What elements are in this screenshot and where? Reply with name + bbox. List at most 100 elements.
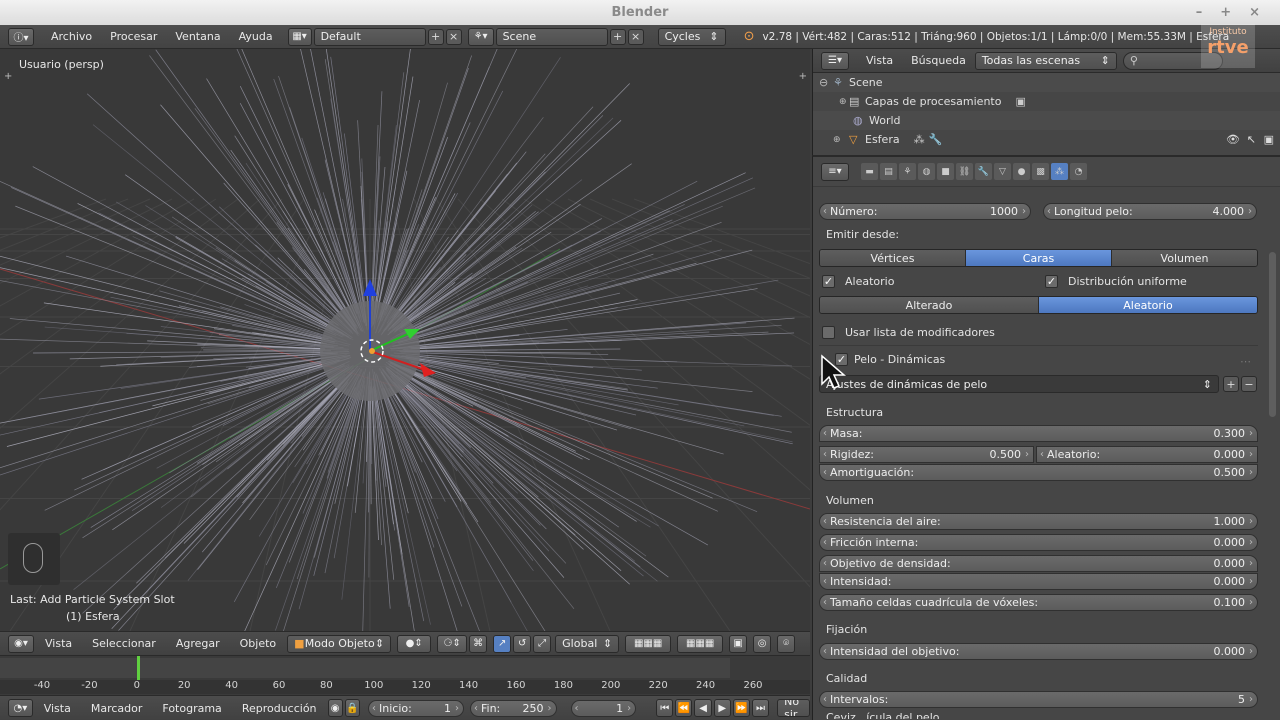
hair-dynamics-checkbox[interactable]: ✓ Pelo - Dinámicas bbox=[835, 353, 945, 366]
world-tab-icon[interactable]: ◍ bbox=[918, 163, 935, 180]
menu-ventana[interactable]: Ventana bbox=[166, 30, 229, 43]
render-layer-toggle-icon[interactable]: ▣ bbox=[1015, 95, 1025, 108]
jump-end-icon[interactable]: ⏭ bbox=[751, 699, 770, 717]
scene-tab-icon[interactable]: ⚘ bbox=[899, 163, 916, 180]
prev-keyframe-icon[interactable]: ⏪ bbox=[675, 699, 693, 717]
expand-icon[interactable]: ⊕ bbox=[833, 135, 849, 145]
menu-agregar[interactable]: Agregar bbox=[167, 637, 229, 650]
pivot-select[interactable]: ⚆⇕ bbox=[437, 634, 468, 653]
visibility-eye-icon[interactable]: 👁 bbox=[1226, 133, 1240, 146]
resistencia-aire-field[interactable]: Resistencia del aire:1.000 bbox=[819, 513, 1258, 530]
dynamics-presets-select[interactable]: Ajustes de dinámicas de pelo ⇕ bbox=[819, 375, 1219, 393]
render-camera-icon[interactable]: ▣ bbox=[1264, 133, 1274, 146]
expand-icon[interactable]: ⊕ bbox=[839, 97, 849, 107]
scene-field[interactable]: Scene bbox=[495, 27, 608, 46]
menu-vista[interactable]: Vista bbox=[857, 54, 902, 67]
physics-tab-icon[interactable]: ◔ bbox=[1070, 163, 1087, 180]
screen-layout-icon[interactable]: ▦▾ bbox=[287, 27, 312, 46]
masa-field[interactable]: Masa:0.300 bbox=[819, 425, 1258, 442]
shading-select[interactable]: ●⇕ bbox=[397, 634, 432, 653]
maximize-button[interactable]: + bbox=[1220, 0, 1231, 25]
objetivo-densidad-field[interactable]: Objetivo de densidad:0.000 bbox=[819, 555, 1258, 572]
amortiguacion-field[interactable]: Amortiguación:0.500 bbox=[819, 464, 1258, 481]
selectable-arrow-icon[interactable]: ↖ bbox=[1247, 133, 1256, 146]
add-screen-button[interactable]: + bbox=[427, 28, 444, 45]
editor-type-button[interactable]: ☰▾ bbox=[821, 51, 849, 70]
scale-manipulator-icon[interactable]: ⤢ bbox=[533, 634, 552, 653]
remove-scene-button[interactable]: × bbox=[627, 28, 644, 45]
collapse-icon[interactable]: ⊖ bbox=[819, 76, 833, 89]
material-tab-icon[interactable]: ● bbox=[1013, 163, 1030, 180]
menu-objeto[interactable]: Objeto bbox=[231, 637, 286, 650]
outliner-row-world[interactable]: ◍ World bbox=[813, 111, 1280, 130]
menu-vista[interactable]: Vista bbox=[35, 702, 80, 715]
play-reverse-icon[interactable]: ◀ bbox=[694, 699, 712, 717]
editor-type-button[interactable]: ◔▾ bbox=[8, 699, 33, 717]
data-tab-icon[interactable]: ▽ bbox=[994, 163, 1011, 180]
render-layer-icon[interactable]: ▣ bbox=[729, 634, 748, 653]
menu-procesar[interactable]: Procesar bbox=[101, 30, 166, 43]
aleatorio-field[interactable]: Aleatorio:0.000 bbox=[1036, 446, 1258, 463]
last-operation-label[interactable]: Last: Add Particle System Slot bbox=[10, 593, 175, 606]
screen-layout-field[interactable]: Default bbox=[313, 27, 426, 46]
close-button[interactable]: × bbox=[1249, 0, 1260, 25]
render-layers-tab-icon[interactable]: ▤ bbox=[880, 163, 897, 180]
emit-option-caras[interactable]: Caras bbox=[966, 250, 1112, 266]
distribucion-uniforme-checkbox[interactable]: ✓ Distribución uniforme bbox=[1045, 275, 1187, 288]
lock-icon[interactable]: 🔒 bbox=[344, 699, 361, 717]
render-tab-icon[interactable]: ▬ bbox=[861, 163, 878, 180]
editor-type-button[interactable]: ◉▾ bbox=[8, 634, 34, 653]
emit-option-vertices[interactable]: Vértices bbox=[820, 250, 966, 266]
outliner-row-render-layers[interactable]: ⊕ ▤ Capas de procesamiento ▣ bbox=[813, 92, 1280, 111]
render-engine-select[interactable]: Cycles ⇕ bbox=[657, 27, 726, 46]
modifiers-tab-icon[interactable]: 🔧 bbox=[975, 163, 992, 180]
snap-icon[interactable]: ⌾ bbox=[777, 634, 796, 653]
menu-ayuda[interactable]: Ayuda bbox=[230, 30, 282, 43]
friccion-interna-field[interactable]: Fricción interna:0.000 bbox=[819, 534, 1258, 551]
object-tab-icon[interactable]: ■ bbox=[937, 163, 954, 180]
manipulator-toggle-icon[interactable]: ⌘ bbox=[469, 634, 488, 653]
add-preset-button[interactable]: + bbox=[1223, 376, 1239, 392]
jump-start-icon[interactable]: ⏮ bbox=[656, 699, 674, 717]
rigidez-field[interactable]: Rigidez:0.500 bbox=[819, 446, 1034, 463]
menu-reproduccion[interactable]: Reproducción bbox=[233, 702, 326, 715]
layers-grid-2[interactable]: ▦▦▦ bbox=[677, 634, 724, 653]
properties-editor[interactable]: ≡▾ ▬ ▤ ⚘ ◍ ■ ⛓ 🔧 ▽ ● ▩ ⁂ ◔ Número:1000 L… bbox=[812, 155, 1280, 720]
sync-select[interactable]: No sir bbox=[777, 699, 811, 717]
emit-option-volumen[interactable]: Volumen bbox=[1112, 250, 1257, 266]
3d-viewport[interactable]: Usuario (persp) + + Last: Add Particle S… bbox=[0, 49, 810, 631]
proportional-edit-icon[interactable]: ◎ bbox=[753, 634, 772, 653]
minimize-button[interactable]: – bbox=[1196, 0, 1203, 25]
order-option-alterado[interactable]: Alterado bbox=[820, 297, 1039, 313]
editor-type-button[interactable]: ⓘ▾ bbox=[8, 27, 34, 46]
menu-fotograma[interactable]: Fotograma bbox=[153, 702, 230, 715]
properties-scrollbar[interactable] bbox=[1269, 252, 1276, 417]
mode-select[interactable]: ■ Modo Objeto ⇕ bbox=[287, 634, 392, 653]
intensidad-field[interactable]: Intensidad:0.000 bbox=[819, 573, 1258, 590]
add-scene-button[interactable]: + bbox=[609, 28, 626, 45]
menu-marcador[interactable]: Marcador bbox=[82, 702, 152, 715]
toolshelf-expand-icon[interactable]: + bbox=[4, 71, 12, 82]
longitud-pelo-field[interactable]: Longitud pelo:4.000 bbox=[1043, 203, 1257, 220]
constraints-tab-icon[interactable]: ⛓ bbox=[956, 163, 973, 180]
timeline[interactable]: -40 -20 0 20 40 60 80 100 120 140 160 180 200 220 240 2… bbox=[0, 655, 810, 695]
voxel-size-field[interactable]: Tamaño celdas cuadrícula de vóxeles:0.10… bbox=[819, 594, 1258, 611]
current-frame-cursor[interactable] bbox=[137, 656, 140, 680]
intensidad-objetivo-field[interactable]: Intensidad del objetivo:0.000 bbox=[819, 643, 1258, 660]
numero-field[interactable]: Número:1000 bbox=[819, 203, 1031, 220]
properties-expand-icon[interactable]: + bbox=[799, 71, 807, 82]
particles-tab-icon[interactable]: ⁂ bbox=[1051, 163, 1068, 180]
remove-screen-button[interactable]: × bbox=[445, 28, 462, 45]
outliner-row-scene[interactable]: ⊖ ⚘ Scene bbox=[813, 73, 1280, 92]
record-icon[interactable]: ◉ bbox=[327, 699, 343, 717]
aleatorio-checkbox[interactable]: ✓ Aleatorio bbox=[822, 275, 894, 288]
layers-grid-1[interactable]: ▦▦▦ bbox=[625, 634, 672, 653]
rotate-manipulator-icon[interactable]: ↺ bbox=[513, 634, 532, 653]
translate-manipulator-icon[interactable]: ↗ bbox=[493, 634, 512, 653]
intervalos-field[interactable]: Intervalos:5 bbox=[819, 691, 1258, 708]
scene-icon[interactable]: ⚘▾ bbox=[467, 27, 494, 46]
menu-busqueda[interactable]: Búsqueda bbox=[902, 54, 975, 67]
current-frame-field[interactable]: 1 bbox=[570, 699, 637, 717]
end-frame-field[interactable]: Fin:250 bbox=[470, 699, 557, 717]
orientation-select[interactable]: Global ⇕ bbox=[555, 634, 620, 653]
